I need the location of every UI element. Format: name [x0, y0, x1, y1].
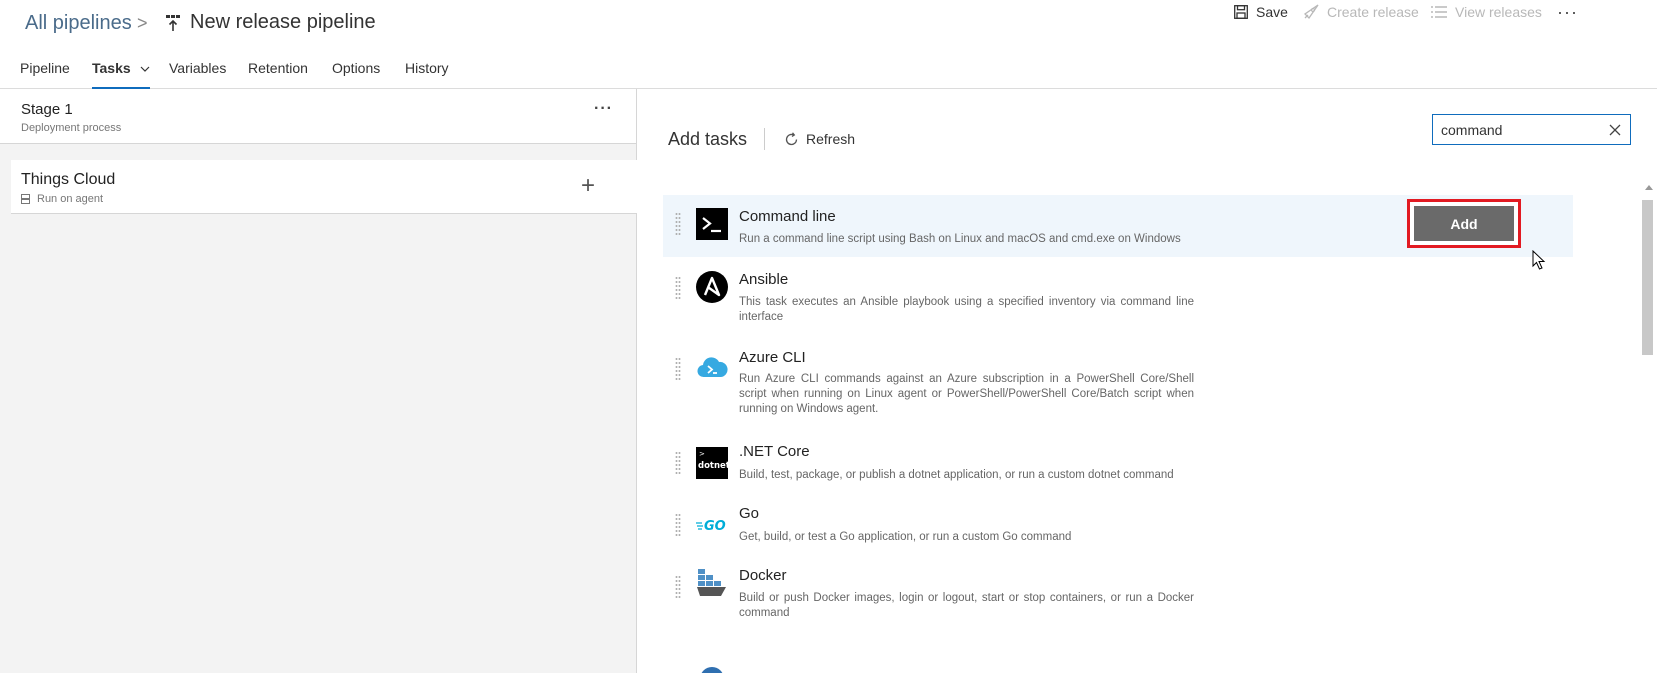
drag-handle-icon[interactable] [675, 276, 681, 302]
job-name: Things Cloud [21, 171, 116, 188]
title-divider [764, 128, 765, 150]
task-list: Command line Run a command line script u… [663, 195, 1573, 673]
ansible-icon [696, 271, 728, 303]
header: All pipelines > New release pipeline Sav… [0, 0, 1657, 50]
add-tasks-title: Add tasks [668, 129, 748, 149]
task-dotnet-core[interactable]: > dotnet .NET Core Build, test, package,… [663, 439, 1573, 501]
create-release-label: Create release [1327, 4, 1419, 20]
scroll-up-arrow[interactable] [1645, 185, 1653, 190]
refresh-label: Refresh [806, 131, 856, 147]
dotnet-icon-chevron: > [699, 450, 705, 458]
drag-handle-icon[interactable] [675, 451, 681, 477]
tab-tasks-label: Tasks [92, 60, 131, 76]
agent-job[interactable]: Things Cloud Run on agent + [11, 160, 637, 214]
page-title: New release pipeline [190, 11, 376, 33]
tab-options[interactable]: Options [332, 60, 380, 89]
drag-handle-icon[interactable] [675, 513, 681, 539]
save-button[interactable]: Save [1234, 0, 1288, 24]
dotnet-icon-label: dotnet [698, 461, 728, 471]
job-subtitle: Run on agent [21, 193, 103, 205]
terminal-icon [696, 208, 728, 240]
stage-header[interactable]: Stage 1 Deployment process ··· [0, 89, 636, 144]
task-list-scrollbar[interactable] [1640, 185, 1657, 673]
azure-cli-icon [697, 357, 728, 378]
tab-tasks[interactable]: Tasks [92, 60, 150, 89]
tab-bar: Pipeline Tasks Variables Retention Optio… [0, 50, 1657, 89]
create-release-button[interactable]: Create release [1303, 0, 1419, 24]
task-name: Ansible [739, 271, 789, 288]
refresh-button[interactable]: Refresh [784, 131, 855, 147]
partial-task-icon [701, 667, 723, 673]
task-name: Docker [739, 567, 787, 584]
breadcrumb-all-pipelines[interactable]: All pipelines [25, 12, 132, 35]
go-icon: GO [696, 519, 726, 534]
task-description: Get, build, or test a Go application, or… [739, 531, 1072, 543]
tab-history[interactable]: History [405, 60, 449, 89]
task-partial[interactable] [663, 643, 1573, 673]
add-tasks-panel: Add tasks Refresh Command line Run a com… [638, 89, 1657, 673]
clear-search-icon[interactable] [1608, 123, 1622, 137]
tab-retention[interactable]: Retention [248, 60, 308, 89]
task-docker[interactable]: Docker Build or push Docker images, logi… [663, 563, 1573, 643]
task-description: This task executes an Ansible playbook u… [739, 296, 1194, 323]
drag-handle-icon[interactable] [675, 575, 681, 601]
task-name: .NET Core [739, 443, 810, 460]
task-description: Build or push Docker images, login or lo… [739, 592, 1194, 619]
rocket-icon [1303, 4, 1319, 20]
task-description: Run Azure CLI commands against an Azure … [739, 373, 1194, 415]
task-name: Command line [739, 208, 836, 225]
task-command-line[interactable]: Command line Run a command line script u… [663, 195, 1573, 270]
stage-more-button[interactable]: ··· [594, 100, 613, 118]
stage-subtitle: Deployment process [21, 122, 122, 134]
task-search-box[interactable] [1432, 114, 1631, 145]
view-releases-label: View releases [1455, 4, 1542, 20]
add-task-button[interactable]: + [581, 172, 595, 200]
job-subtitle-label: Run on agent [37, 193, 104, 205]
drag-handle-icon[interactable] [675, 357, 681, 383]
save-icon [1234, 5, 1248, 19]
server-icon [21, 194, 30, 204]
task-azure-cli[interactable]: Azure CLI Run Azure CLI commands against… [663, 347, 1573, 439]
task-description: Build, test, package, or publish a dotne… [739, 469, 1174, 481]
add-command-line-button[interactable]: Add [1414, 206, 1514, 241]
task-ansible[interactable]: Ansible This task executes an Ansible pl… [663, 261, 1573, 347]
save-label: Save [1256, 4, 1288, 20]
drag-handle-icon[interactable] [675, 212, 681, 238]
task-name: Azure CLI [739, 349, 806, 366]
tab-variables[interactable]: Variables [169, 60, 226, 89]
release-pipeline-icon [166, 15, 180, 31]
add-button-highlight: Add [1407, 199, 1521, 248]
refresh-icon [785, 131, 798, 145]
list-icon [1431, 6, 1447, 18]
chevron-down-icon [140, 66, 149, 73]
task-search-input[interactable] [1441, 120, 1601, 140]
docker-icon [697, 569, 726, 596]
view-releases-button[interactable]: View releases [1431, 0, 1542, 24]
scroll-thumb[interactable] [1642, 200, 1653, 355]
task-go[interactable]: GO Go Get, build, or test a Go applicati… [663, 501, 1573, 563]
stage-name: Stage 1 [21, 101, 73, 118]
breadcrumb-separator: > [137, 13, 148, 33]
task-description: Run a command line script using Bash on … [739, 233, 1181, 245]
process-panel: Stage 1 Deployment process ··· Things Cl… [0, 89, 637, 673]
dotnet-icon: > dotnet [696, 447, 728, 479]
tab-pipeline[interactable]: Pipeline [20, 60, 70, 89]
more-actions-button[interactable]: ··· [1557, 0, 1578, 24]
go-icon-label: GO [704, 519, 726, 534]
task-name: Go [739, 505, 760, 522]
